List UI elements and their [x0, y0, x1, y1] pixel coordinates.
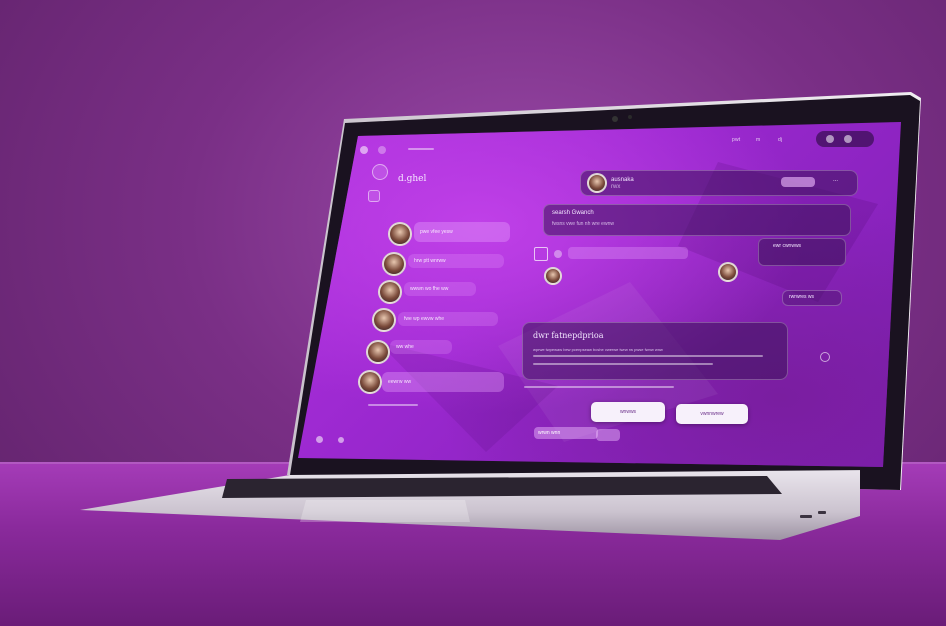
primary-button[interactable]: wnwws: [591, 402, 665, 422]
reply-bar[interactable]: [568, 247, 688, 259]
call-button[interactable]: [781, 177, 815, 187]
search-card[interactable]: searsh Gwanch fwsns vwe fun nh wre ewnw: [543, 204, 851, 236]
laptop-screen: d.ghel pwt m dj ausnaka rwx ... searsh G…: [298, 122, 901, 467]
message-input[interactable]: wrwn wnn: [534, 427, 598, 439]
window-control-icon[interactable]: [360, 146, 368, 154]
send-button[interactable]: [596, 429, 620, 441]
search-title: searsh Gwanch: [552, 210, 594, 216]
contact-avatar[interactable]: [388, 222, 412, 246]
attachment-icon[interactable]: [534, 247, 548, 261]
timestamp-line: [368, 404, 418, 406]
home-icon[interactable]: [316, 436, 323, 443]
contact-avatar[interactable]: [382, 252, 406, 276]
toolbar-link[interactable]: pwt: [732, 137, 740, 143]
message-bubble[interactable]: wwwn wo fhe ww: [404, 282, 476, 296]
info-card-text: ewr cwnwws: [773, 243, 802, 249]
contact-avatar[interactable]: [587, 173, 607, 193]
contact-avatar[interactable]: [378, 280, 402, 304]
contact-avatar[interactable]: [358, 370, 382, 394]
contact-avatar[interactable]: [366, 340, 390, 364]
contact-avatar[interactable]: [718, 262, 738, 282]
toolbar-text: [408, 148, 434, 150]
message-body: wprwe twpewaw bew pcenpseaw bcshe vwerwe…: [533, 347, 663, 352]
message-bubble[interactable]: ww whe: [390, 340, 452, 354]
info-card[interactable]: ewr cwnwws: [758, 238, 846, 266]
toolbar-link[interactable]: m: [756, 137, 760, 143]
message-heading: dwr fatnepdprioa: [533, 331, 604, 340]
camera-icon: [612, 116, 618, 122]
secondary-button[interactable]: vwnnwrew: [676, 404, 748, 424]
trackpad: [300, 500, 470, 522]
conversation-header: ausnaka rwx ...: [580, 170, 858, 196]
usb-port-icon: [800, 515, 812, 518]
message-preview-card[interactable]: dwr fatnepdprioa wprwe twpewaw bew pcenp…: [522, 322, 788, 380]
profile-icon[interactable]: [372, 164, 388, 180]
app-title: d.ghel: [398, 174, 427, 184]
message-bubble[interactable]: pwe vfee yesw: [414, 222, 510, 242]
settings-icon[interactable]: [338, 437, 344, 443]
contact-avatar[interactable]: [544, 267, 562, 285]
message-bubble[interactable]: eewrw ww: [382, 372, 504, 392]
info-card[interactable]: rwrwres ws: [782, 290, 842, 306]
usb-port-icon: [818, 511, 826, 514]
emoji-icon[interactable]: [554, 250, 562, 258]
message-bubble[interactable]: fwe wp ewvw whe: [398, 312, 498, 326]
message-line: [533, 363, 713, 365]
menu-icon[interactable]: [368, 190, 380, 202]
notification-icon[interactable]: [826, 135, 834, 143]
scroll-indicator-icon[interactable]: [820, 352, 830, 362]
search-subtitle: fwsns vwe fun nh wre ewnw: [552, 221, 614, 227]
message-line: [524, 386, 674, 388]
contact-name: ausnaka: [611, 177, 634, 183]
message-line: [533, 355, 763, 357]
window-control-icon[interactable]: [378, 146, 386, 154]
contact-avatar[interactable]: [372, 308, 396, 332]
settings-icon[interactable]: [844, 135, 852, 143]
info-card-text: rwrwres ws: [789, 294, 814, 300]
message-bubble[interactable]: hrw ptt wnrww: [408, 254, 504, 268]
contact-status: rwx: [611, 184, 621, 190]
toolbar-link[interactable]: dj: [778, 137, 782, 143]
more-options-icon[interactable]: ...: [833, 177, 838, 183]
camera-sensor-icon: [628, 115, 632, 119]
